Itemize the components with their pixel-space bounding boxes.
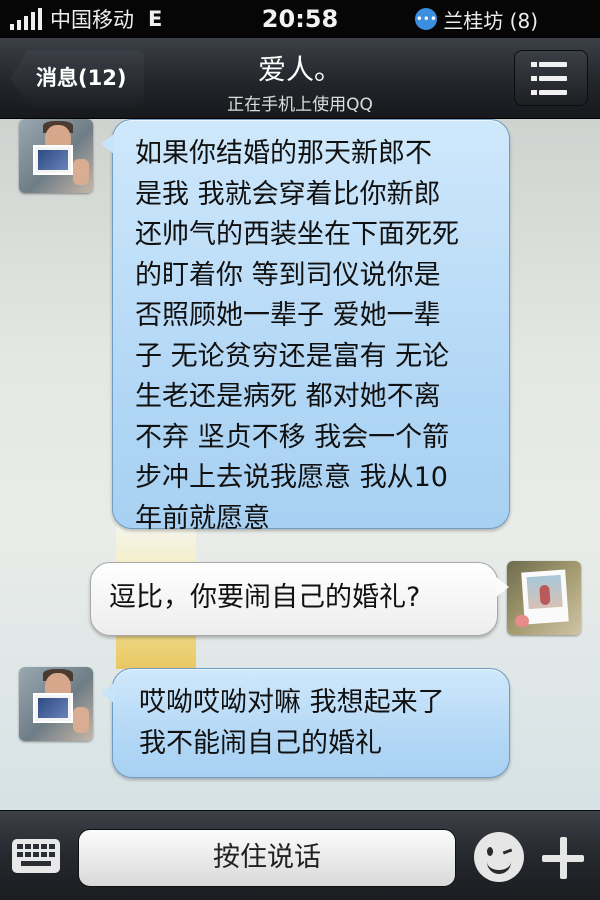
chat-screen: 中国移动 E 20:58 ••• 兰桂坊 (8) 消息(12) 爱人。 正在手机… (0, 0, 600, 900)
input-bar: 按住说话 (0, 810, 600, 900)
chat-area[interactable]: 如果你结婚的那天新郎不 是我 我就会穿着比你新郎 还帅气的西装坐在下面死死 的盯… (0, 119, 600, 810)
qq-chat-icon: ••• (415, 8, 438, 30)
my-avatar[interactable] (507, 561, 581, 635)
status-notification: ••• 兰桂坊 (8) (415, 0, 538, 38)
hold-to-talk-button[interactable]: 按住说话 (78, 829, 456, 887)
message-bubble-incoming[interactable]: 如果你结婚的那天新郎不 是我 我就会穿着比你新郎 还帅气的西装坐在下面死死 的盯… (101, 119, 510, 534)
message-text: 如果你结婚的那天新郎不 是我 我就会穿着比你新郎 还帅气的西装坐在下面死死 的盯… (135, 138, 459, 534)
chat-title: 爱人。 (257, 53, 342, 86)
chat-subtitle: 正在手机上使用QQ (227, 95, 373, 115)
bubble-tail (101, 683, 114, 703)
notification-text: 兰桂坊 (8) (443, 8, 538, 33)
message-text: 逗比，你要闹自己的婚礼? (109, 582, 421, 613)
bubble-tail (496, 577, 509, 597)
status-bar: 中国移动 E 20:58 ••• 兰桂坊 (8) (0, 0, 600, 38)
keyboard-icon[interactable] (12, 839, 60, 873)
contact-avatar[interactable] (19, 119, 93, 193)
emoji-icon[interactable] (474, 832, 524, 882)
contact-avatar[interactable] (19, 667, 93, 741)
plus-icon[interactable] (538, 833, 588, 883)
message-text: 哎呦哎呦对嘛 我想起来了 我不能闹自己的婚礼 (139, 687, 445, 759)
menu-button[interactable] (514, 50, 588, 106)
message-bubble-outgoing[interactable]: 逗比，你要闹自己的婚礼? (90, 562, 509, 636)
message-bubble-incoming[interactable]: 哎呦哎呦对嘛 我想起来了 我不能闹自己的婚礼 (101, 668, 510, 778)
back-button-label: 消息(12) (36, 66, 127, 90)
nav-bar: 消息(12) 爱人。 正在手机上使用QQ (0, 38, 600, 119)
back-button[interactable]: 消息(12) (10, 50, 144, 106)
bubble-tail (101, 134, 114, 154)
